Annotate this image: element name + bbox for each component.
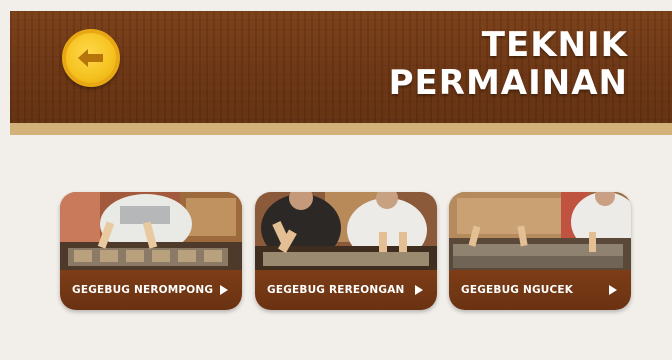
card-gegebug-rereongan[interactable]: GEGEBUG REREONGAN — [255, 192, 437, 310]
page-title: TEKNIK PERMAINAN — [389, 26, 628, 102]
card-band: GEGEBUG NEROMPONG — [60, 270, 242, 310]
header-stripe — [10, 123, 672, 135]
card-photo-ngucek — [449, 192, 631, 274]
page-title-line-2: PERMAINAN — [388, 63, 628, 103]
arrow-left-icon — [78, 49, 103, 67]
card-label: GEGEBUG NEROMPONG — [72, 284, 214, 296]
technique-card-list: GEGEBUG NEROMPONG GEGEBUG REREONGAN GEGE… — [60, 192, 632, 310]
back-button[interactable] — [62, 29, 120, 87]
card-photo-nerompong — [60, 192, 242, 274]
card-label: GEGEBUG NGUCEK — [461, 284, 574, 296]
card-gegebug-nerompong[interactable]: GEGEBUG NEROMPONG — [60, 192, 242, 310]
card-band: GEGEBUG NGUCEK — [449, 270, 631, 310]
card-band: GEGEBUG REREONGAN — [255, 270, 437, 310]
card-label: GEGEBUG REREONGAN — [267, 284, 405, 296]
page-title-line-1: TEKNIK — [481, 25, 628, 65]
card-gegebug-ngucek[interactable]: GEGEBUG NGUCEK — [449, 192, 631, 310]
card-photo-rereongan — [255, 192, 437, 274]
play-icon — [415, 285, 423, 295]
play-icon — [609, 285, 617, 295]
play-icon — [220, 285, 228, 295]
